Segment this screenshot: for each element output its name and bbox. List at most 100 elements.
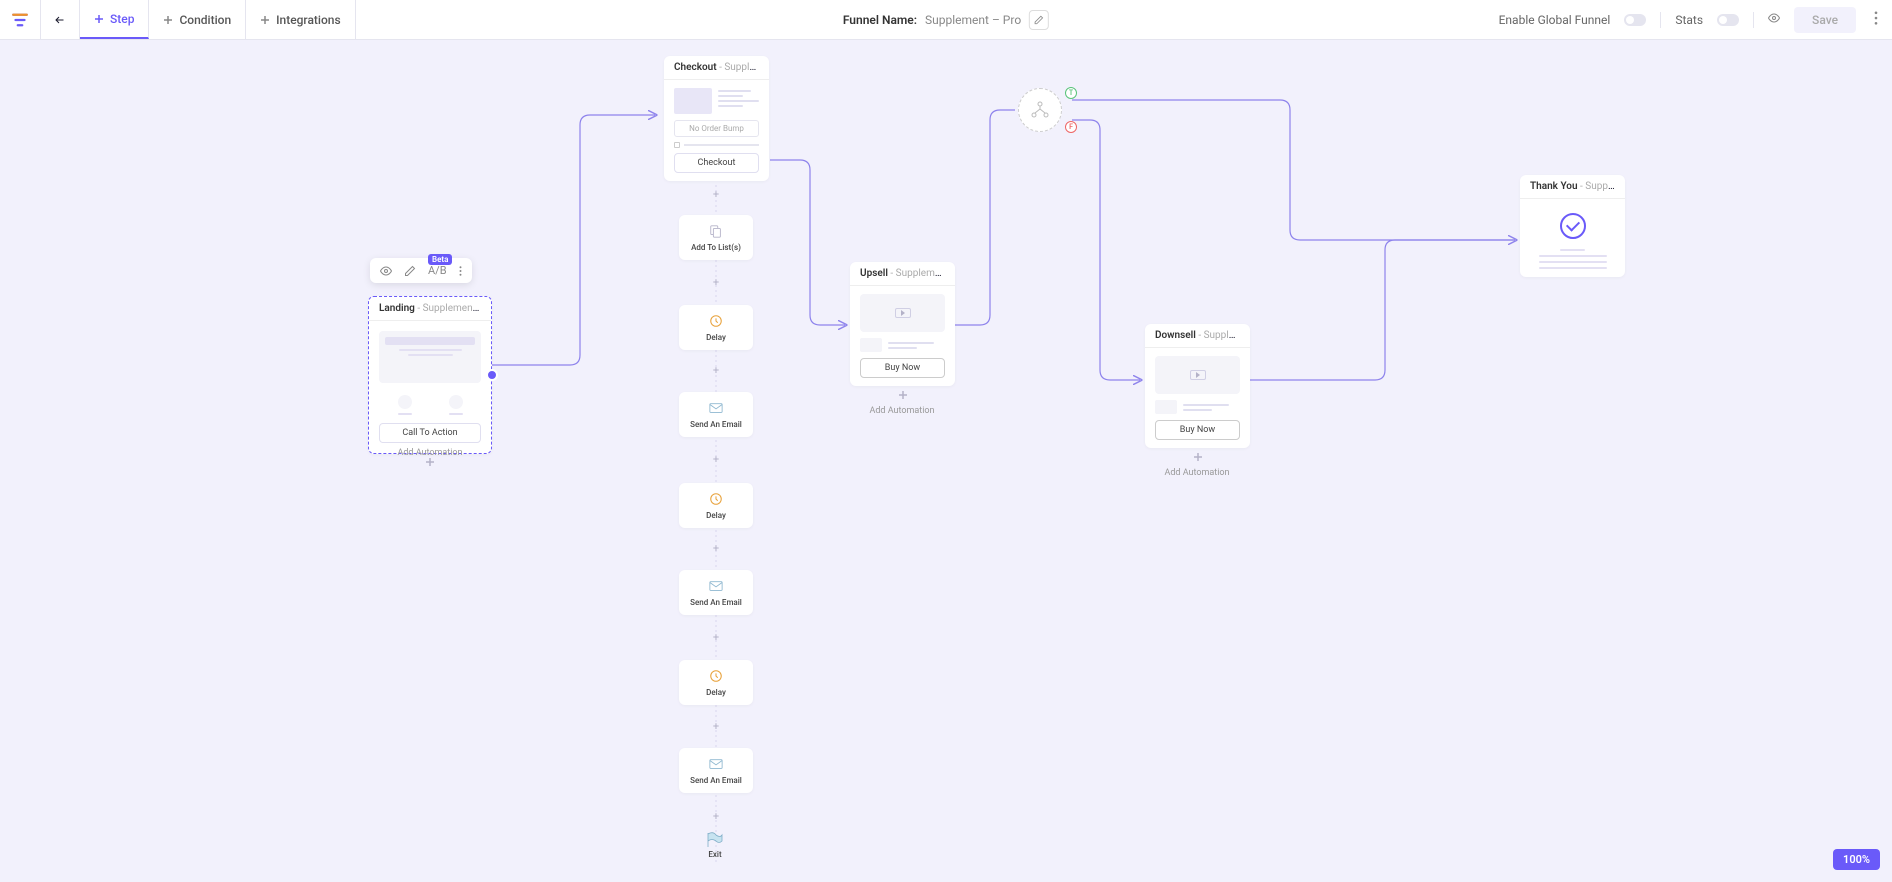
flag-icon bbox=[706, 832, 724, 848]
play-icon bbox=[1190, 370, 1206, 380]
node-header: Landing - Supplement La... bbox=[369, 297, 491, 321]
node-title: Upsell bbox=[860, 268, 888, 279]
clock-icon bbox=[708, 491, 724, 507]
toolbar-edit-button[interactable] bbox=[404, 265, 416, 277]
video-thumbnail bbox=[860, 294, 945, 332]
add-step-below-button[interactable] bbox=[1191, 450, 1205, 464]
delay-node[interactable]: Delay bbox=[679, 660, 753, 705]
landing-step-node[interactable]: Landing - Supplement La... Call To Actio… bbox=[368, 296, 492, 454]
email-icon bbox=[708, 400, 724, 416]
send-email-node[interactable]: Send An Email bbox=[679, 748, 753, 793]
node-label: Send An Email bbox=[690, 776, 742, 785]
upsell-step-node[interactable]: Upsell - Supplement U... Buy Now bbox=[850, 262, 955, 386]
checkout-step-node[interactable]: Checkout - Supplement C... No Order Bump… bbox=[664, 56, 769, 181]
order-bump-slot[interactable]: No Order Bump bbox=[674, 120, 759, 137]
add-node-button[interactable]: + bbox=[713, 810, 719, 823]
save-button[interactable]: Save bbox=[1794, 7, 1856, 33]
enable-global-toggle[interactable] bbox=[1624, 14, 1646, 26]
node-label: Send An Email bbox=[690, 420, 742, 429]
node-subtitle: - Supplement T... bbox=[1580, 181, 1625, 192]
toolbar-ab-button[interactable]: Beta A/B bbox=[428, 264, 447, 277]
add-node-button[interactable]: + bbox=[713, 188, 719, 201]
node-label: Delay bbox=[706, 688, 726, 697]
tab-condition[interactable]: Condition bbox=[149, 0, 246, 39]
thankyou-step-node[interactable]: Thank You - Supplement T... bbox=[1520, 175, 1625, 277]
toolbar-more-button[interactable] bbox=[459, 265, 462, 277]
add-automation-link[interactable]: Add Automation bbox=[397, 448, 462, 458]
list-icon bbox=[708, 223, 724, 239]
tab-integrations[interactable]: Integrations bbox=[246, 0, 356, 39]
node-title: Landing bbox=[379, 303, 415, 314]
send-email-node[interactable]: Send An Email bbox=[679, 392, 753, 437]
back-button[interactable] bbox=[40, 0, 80, 40]
add-automation-link[interactable]: Add Automation bbox=[1164, 468, 1229, 478]
exit-node[interactable]: Exit bbox=[706, 832, 724, 859]
node-title: Downsell bbox=[1155, 330, 1196, 341]
zoom-indicator[interactable]: 100% bbox=[1833, 849, 1880, 870]
divider bbox=[1660, 12, 1661, 28]
buy-label: Buy Now bbox=[1180, 425, 1215, 435]
email-icon bbox=[708, 756, 724, 772]
connectors-layer bbox=[0, 40, 1892, 882]
app-logo[interactable] bbox=[0, 11, 40, 29]
send-email-node[interactable]: Send An Email bbox=[679, 570, 753, 615]
add-automation-link[interactable]: Add Automation bbox=[869, 406, 934, 416]
funnel-canvas[interactable]: Beta A/B Landing - Supplement La... Call… bbox=[0, 40, 1892, 882]
condition-false-badge: F bbox=[1065, 121, 1077, 133]
app-header: Step Condition Integrations Funnel Name:… bbox=[0, 0, 1892, 40]
thumbnail-sub bbox=[860, 338, 945, 352]
page-thumbnail bbox=[674, 88, 759, 114]
cta-label: Call To Action bbox=[402, 428, 457, 438]
node-subtitle: - Supplement C... bbox=[719, 62, 769, 73]
video-thumbnail bbox=[1155, 356, 1240, 394]
thumbnail-dots bbox=[379, 395, 481, 415]
downsell-step-node[interactable]: Downsell - Supplement D... Buy Now bbox=[1145, 324, 1250, 448]
cta-button[interactable]: Call To Action bbox=[379, 423, 481, 443]
delay-node[interactable]: Delay bbox=[679, 305, 753, 350]
tab-integrations-label: Integrations bbox=[276, 13, 341, 27]
add-step-below-button[interactable] bbox=[896, 388, 910, 402]
add-node-button[interactable]: + bbox=[713, 276, 719, 289]
condition-true-badge: T bbox=[1065, 87, 1077, 99]
enable-global-label: Enable Global Funnel bbox=[1499, 13, 1611, 27]
save-label: Save bbox=[1812, 13, 1838, 27]
node-body: No Order Bump Checkout bbox=[664, 80, 769, 181]
thumbnail-lines bbox=[1530, 249, 1615, 269]
toolbar-view-button[interactable] bbox=[380, 265, 392, 277]
add-node-button[interactable]: + bbox=[713, 364, 719, 377]
node-body bbox=[1520, 199, 1625, 277]
add-node-button[interactable]: + bbox=[713, 720, 719, 733]
node-header: Upsell - Supplement U... bbox=[850, 262, 955, 286]
funnel-name-value: Supplement – Pro bbox=[925, 13, 1021, 27]
tab-step-label: Step bbox=[110, 12, 134, 26]
stats-toggle[interactable] bbox=[1717, 14, 1739, 26]
divider bbox=[1753, 12, 1754, 28]
add-node-button[interactable]: + bbox=[713, 453, 719, 466]
buy-now-button[interactable]: Buy Now bbox=[860, 358, 945, 378]
add-auto-label: Add Automation bbox=[869, 406, 934, 416]
buy-now-button[interactable]: Buy Now bbox=[1155, 420, 1240, 440]
edit-name-button[interactable] bbox=[1029, 10, 1049, 30]
node-label: Delay bbox=[706, 333, 726, 342]
play-icon bbox=[895, 308, 911, 318]
stats-label: Stats bbox=[1675, 13, 1703, 27]
checkout-button[interactable]: Checkout bbox=[674, 153, 759, 173]
condition-node[interactable]: T F bbox=[1018, 88, 1062, 132]
delay-node[interactable]: Delay bbox=[679, 483, 753, 528]
add-node-button[interactable]: + bbox=[713, 631, 719, 644]
add-node-button[interactable]: + bbox=[713, 542, 719, 555]
tab-step[interactable]: Step bbox=[80, 0, 149, 39]
output-port[interactable] bbox=[486, 369, 498, 381]
node-body: Buy Now bbox=[850, 286, 955, 386]
buy-label: Buy Now bbox=[885, 363, 920, 373]
node-body: Call To Action bbox=[369, 321, 491, 453]
branch-icon bbox=[1030, 100, 1050, 120]
checkmark-icon bbox=[1560, 213, 1586, 239]
clock-icon bbox=[708, 313, 724, 329]
funnel-name-group: Funnel Name: Supplement – Pro bbox=[843, 10, 1049, 30]
ab-label: A/B bbox=[428, 264, 447, 277]
more-menu-button[interactable] bbox=[1870, 11, 1882, 28]
preview-button[interactable] bbox=[1768, 12, 1780, 27]
add-to-list-node[interactable]: Add To List(s) bbox=[679, 215, 753, 260]
page-thumbnail bbox=[379, 331, 481, 383]
